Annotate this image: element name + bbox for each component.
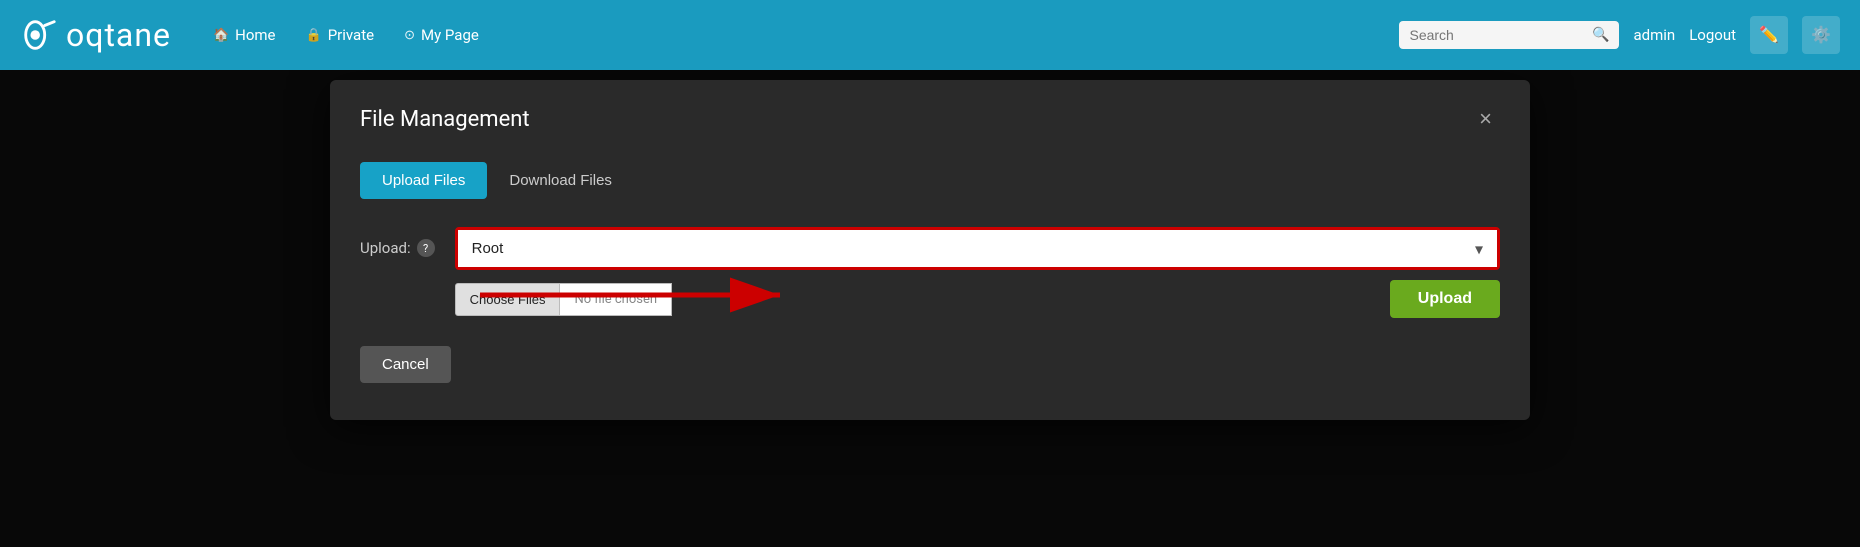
brand: oqtane	[20, 16, 171, 54]
search-icon: 🔍	[1592, 27, 1609, 43]
navbar: oqtane 🏠 Home 🔒 Private ⊙ My Page 🔍 admi…	[0, 0, 1860, 70]
file-input-row: Choose Files No file chosen	[455, 283, 672, 316]
modal-header: File Management ×	[360, 104, 1500, 134]
modal-title: File Management	[360, 107, 530, 132]
lock-icon: 🔒	[306, 28, 322, 43]
brand-name: oqtane	[66, 16, 171, 54]
cancel-button[interactable]: Cancel	[360, 346, 451, 383]
upload-submit-button[interactable]: Upload	[1390, 280, 1500, 318]
page-background: File Management × Upload Files Download …	[0, 70, 1860, 547]
folder-select-wrapper: Root ▾	[455, 227, 1500, 270]
settings-button[interactable]: ⚙️	[1802, 16, 1840, 54]
upload-row: Upload: ? Root ▾ Choose Files	[360, 227, 1500, 318]
home-icon: 🏠	[213, 28, 229, 43]
logout-link[interactable]: Logout	[1689, 26, 1736, 44]
modal-footer: Cancel	[360, 346, 1500, 383]
modal-close-button[interactable]: ×	[1471, 104, 1500, 134]
mypage-icon: ⊙	[404, 28, 415, 43]
search-input[interactable]	[1409, 27, 1592, 43]
nav-home-label: Home	[235, 26, 275, 44]
nav-mypage-label: My Page	[421, 26, 479, 44]
tab-download-files[interactable]: Download Files	[487, 162, 634, 199]
search-box: 🔍	[1399, 21, 1619, 49]
choose-files-button[interactable]: Choose Files	[455, 283, 561, 316]
tab-upload-files[interactable]: Upload Files	[360, 162, 487, 199]
nav-home[interactable]: 🏠 Home	[201, 20, 288, 50]
nav-mypage[interactable]: ⊙ My Page	[392, 20, 491, 50]
nav-private[interactable]: 🔒 Private	[294, 20, 387, 50]
file-management-modal: File Management × Upload Files Download …	[330, 80, 1530, 420]
navbar-right: 🔍 admin Logout ✏️ ⚙️	[1399, 16, 1840, 54]
user-label: admin	[1633, 26, 1675, 44]
no-file-label: No file chosen	[560, 283, 672, 316]
brand-logo-icon	[20, 16, 58, 54]
nav-links: 🏠 Home 🔒 Private ⊙ My Page	[201, 20, 1400, 50]
file-and-upload: Choose Files No file chosen Upload	[455, 280, 1500, 318]
upload-controls: Root ▾ Choose Files No file chosen Uploa…	[455, 227, 1500, 318]
upload-label: Upload: ?	[360, 227, 435, 257]
help-icon[interactable]: ?	[417, 239, 435, 257]
tab-row: Upload Files Download Files	[360, 162, 1500, 199]
nav-private-label: Private	[328, 26, 374, 44]
modal-overlay: File Management × Upload Files Download …	[0, 70, 1860, 547]
folder-select[interactable]: Root	[458, 230, 1497, 267]
edit-button[interactable]: ✏️	[1750, 16, 1788, 54]
